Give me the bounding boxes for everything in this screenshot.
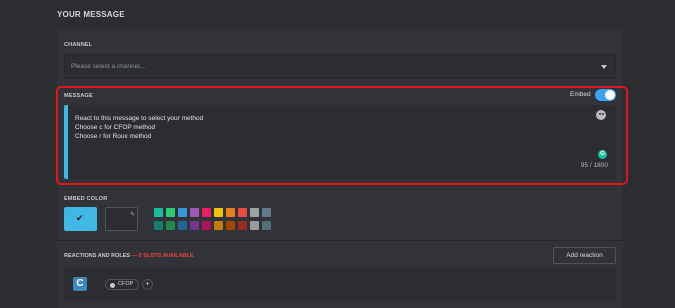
reactions-label: REACTIONS AND ROLES — 0 SLOTS AVAILABLE — [64, 253, 194, 259]
color-swatch[interactable] — [226, 221, 235, 230]
grammarly-icon[interactable]: G — [598, 150, 607, 159]
message-line: Choose r for Roux method — [75, 133, 152, 140]
reactions-title: REACTIONS AND ROLES — [64, 253, 131, 259]
channel-placeholder: Please select a channel... — [71, 63, 146, 70]
embed-color-label: EMBED COLOR — [64, 196, 108, 202]
letter-c-emoji-icon[interactable]: C — [73, 277, 87, 291]
check-icon: ✔ — [76, 213, 84, 223]
chevron-down-icon — [601, 65, 607, 69]
color-swatch[interactable] — [202, 208, 211, 217]
role-chip[interactable]: CFOP — [105, 279, 140, 290]
color-swatch[interactable] — [262, 221, 271, 230]
embed-toggle[interactable] — [595, 89, 616, 101]
selected-color-swatch[interactable]: ✔ — [64, 207, 97, 231]
channel-select[interactable]: Please select a channel... — [64, 54, 616, 79]
role-dot — [110, 282, 115, 288]
slots-available: — 0 SLOTS AVAILABLE — [131, 253, 194, 259]
color-swatch[interactable] — [262, 208, 271, 217]
reaction-row: C CFOP + — [64, 268, 616, 300]
toggle-knob — [605, 90, 615, 100]
color-swatch[interactable] — [250, 221, 259, 230]
color-swatch[interactable] — [166, 221, 175, 230]
eyedropper-icon: ✎ — [130, 212, 136, 218]
add-role-button[interactable]: + — [142, 279, 153, 290]
custom-color-picker[interactable]: ✎ — [105, 207, 138, 231]
message-line: Choose c for CFOP method — [75, 124, 156, 131]
color-swatch[interactable] — [154, 208, 163, 217]
divider — [57, 240, 623, 241]
color-swatch[interactable] — [226, 208, 235, 217]
color-swatch[interactable] — [214, 208, 223, 217]
character-counter: 95 / 1800 — [580, 162, 608, 169]
color-swatch[interactable] — [238, 221, 247, 230]
channel-label: CHANNEL — [64, 42, 93, 48]
message-line: React to this message to select your met… — [75, 115, 204, 122]
color-swatch[interactable] — [166, 208, 175, 217]
color-swatch[interactable] — [202, 221, 211, 230]
add-reaction-button[interactable]: Add reaction — [553, 247, 616, 264]
role-name: CFOP — [118, 281, 134, 287]
color-swatch[interactable] — [154, 221, 163, 230]
emoji-picker-icon[interactable] — [596, 110, 606, 120]
embed-toggle-label: Embed — [570, 91, 591, 98]
embed-color-bar — [64, 105, 68, 179]
message-label: MESSAGE — [64, 93, 93, 99]
color-swatch[interactable] — [190, 221, 199, 230]
color-swatch[interactable] — [214, 221, 223, 230]
color-swatch[interactable] — [178, 221, 187, 230]
color-swatch-grid — [154, 208, 271, 230]
color-swatch[interactable] — [178, 208, 187, 217]
color-swatch[interactable] — [250, 208, 259, 217]
color-swatch[interactable] — [238, 208, 247, 217]
message-textarea[interactable]: React to this message to select your met… — [64, 105, 616, 179]
color-swatch[interactable] — [190, 208, 199, 217]
section-title: YOUR MESSAGE — [57, 10, 125, 19]
message-text: React to this message to select your met… — [75, 114, 203, 141]
